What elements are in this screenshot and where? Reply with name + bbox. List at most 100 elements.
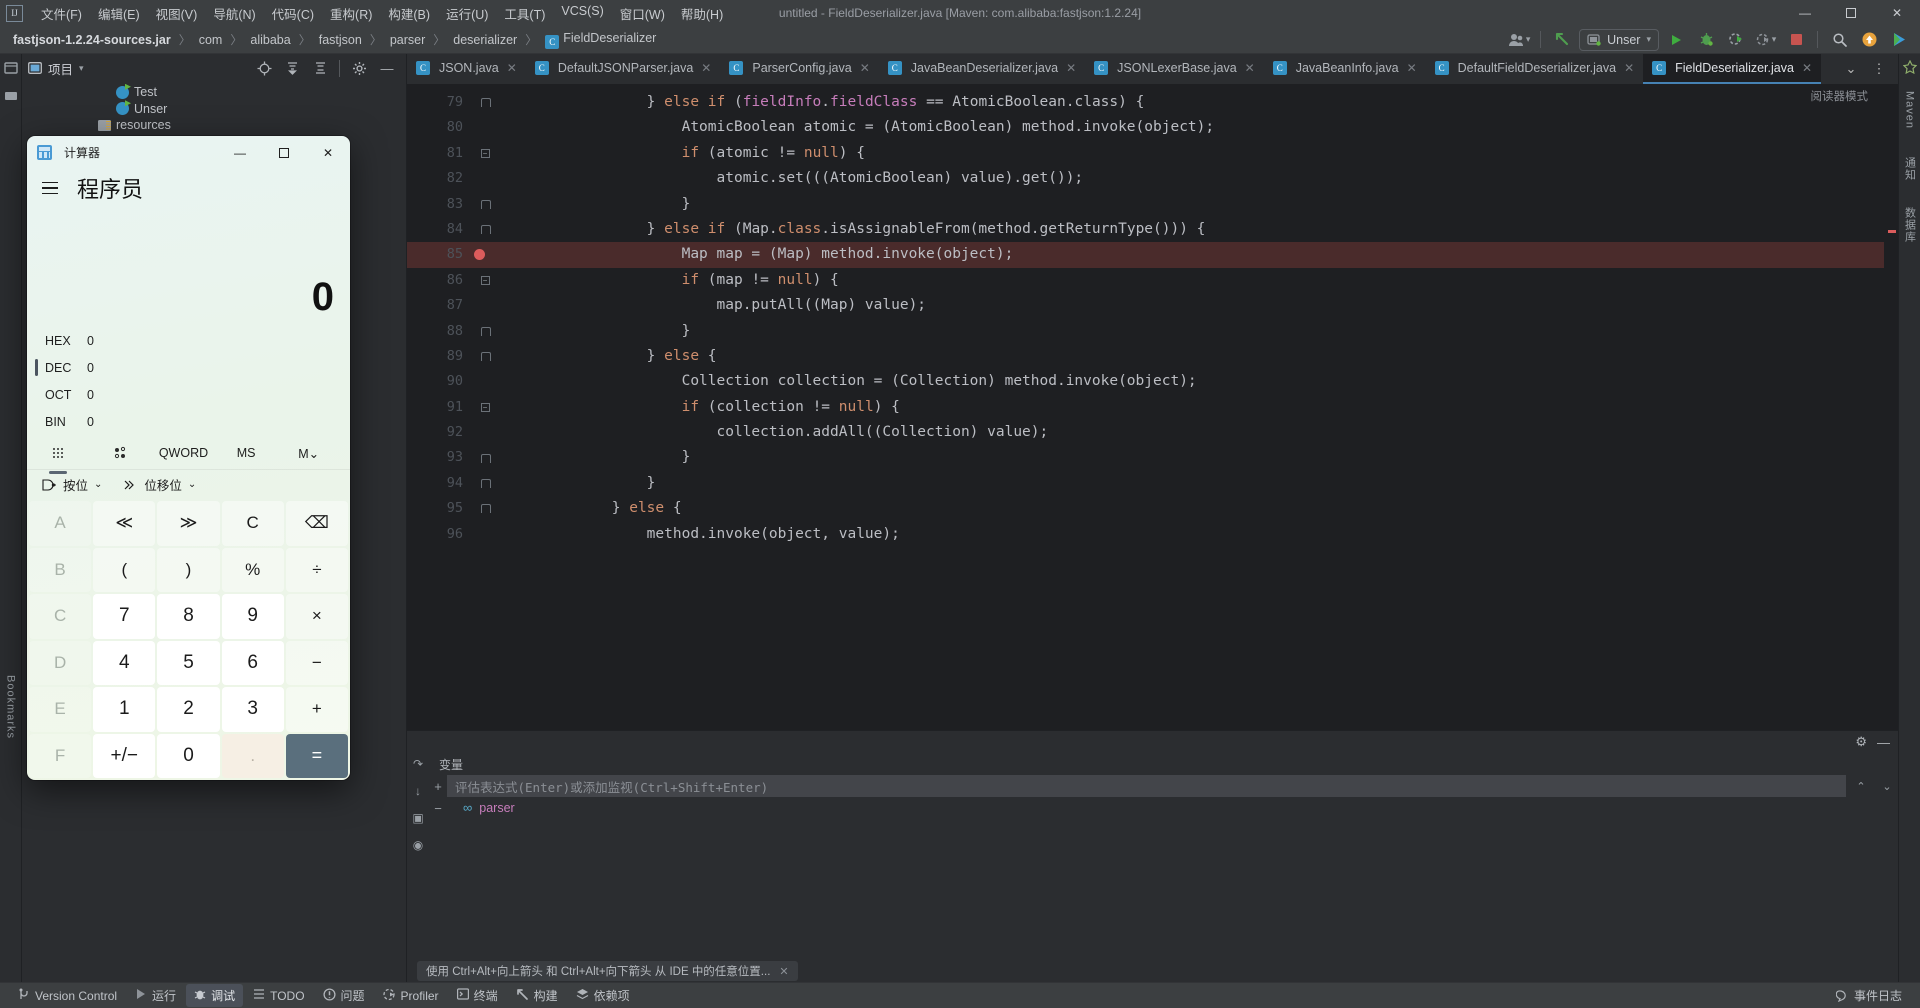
fold-marker[interactable] <box>471 522 499 547</box>
calc-key-minus[interactable]: − <box>285 640 348 685</box>
sidebar-item-project[interactable] <box>3 61 18 78</box>
menu-item-6[interactable]: 构建(B) <box>380 1 438 26</box>
calc-key-equals[interactable]: = <box>285 733 348 778</box>
sidebar-label-bookmarks[interactable]: Bookmarks <box>5 675 17 742</box>
line-number-92[interactable]: 92 <box>407 420 471 445</box>
calc-key-rparen[interactable]: ) <box>157 547 220 592</box>
calc-key-0[interactable]: 0 <box>157 733 220 778</box>
line-number-84[interactable]: 84 <box>407 217 471 242</box>
run-icon[interactable] <box>1663 29 1689 51</box>
line-number-91[interactable]: 91 <box>407 395 471 420</box>
close-tab-icon[interactable]: ✕ <box>1802 61 1812 75</box>
expand-all-icon[interactable] <box>279 57 305 79</box>
menu-item-2[interactable]: 视图(V) <box>148 1 206 26</box>
calc-key-C[interactable]: C <box>221 501 284 546</box>
code-editor[interactable]: 79 80 81 82 83 84 85 86 87 88 89 90 91 92 93 94 95 96 − − −… <box>407 84 1898 730</box>
pull-request-icon[interactable] <box>1886 29 1912 51</box>
calc-key-2[interactable]: 2 <box>157 687 220 732</box>
line-number-gutter[interactable]: 79 80 81 82 83 84 85 86 87 88 89 90 91 92 93 94 95 96 <box>407 84 485 730</box>
code-line-88[interactable]: } <box>499 319 1884 344</box>
tabs-overflow-icon[interactable]: ⌄ <box>1838 58 1864 80</box>
calc-key-7[interactable]: 7 <box>93 594 156 639</box>
calc-m-button[interactable]: M⌄ <box>277 437 340 469</box>
close-tab-icon[interactable]: ✕ <box>1066 61 1076 75</box>
calc-key-times[interactable]: × <box>285 594 348 639</box>
breadcrumb-item-5[interactable]: deserializer <box>450 32 520 48</box>
code-line-92[interactable]: collection.addAll((Collection) value); <box>499 420 1884 445</box>
calc-ms-button[interactable]: MS <box>215 437 278 469</box>
status-bar-调试[interactable]: 调试 <box>186 984 244 1007</box>
event-log-button[interactable]: 事件日志 <box>1828 984 1910 1007</box>
calc-key-dot[interactable]: . <box>221 733 284 778</box>
mute-breakpoints-icon[interactable]: ▣ <box>412 811 423 825</box>
line-number-87[interactable]: 87 <box>407 293 471 318</box>
tree-item-resources[interactable]: resources <box>22 117 406 134</box>
back-arrow-icon[interactable] <box>1549 29 1575 51</box>
step-over-icon[interactable]: ↷ <box>413 757 423 771</box>
code-line-85[interactable]: Map map = (Map) method.invoke(object); <box>499 242 1884 268</box>
close-tab-icon[interactable]: ✕ <box>507 61 517 75</box>
user-icon[interactable]: ▾ <box>1506 29 1532 51</box>
fold-marker[interactable] <box>471 192 499 217</box>
line-number-96[interactable]: 96 <box>407 522 471 547</box>
line-number-95[interactable]: 95 <box>407 496 471 521</box>
editor-tab-JSONLexerBase[interactable]: C JSONLexerBase.java ✕ <box>1085 54 1264 84</box>
close-tab-icon[interactable]: ✕ <box>860 61 870 75</box>
variable-row[interactable]: ∞ parser <box>447 797 1898 818</box>
settings-icon[interactable] <box>346 57 372 79</box>
fold-marker[interactable] <box>471 496 499 521</box>
collapse-all-icon[interactable] <box>307 57 333 79</box>
code-line-81[interactable]: if (atomic != null) { <box>499 141 1884 166</box>
base-row-dec[interactable]: DEC 0 <box>27 354 350 381</box>
line-number-94[interactable]: 94 <box>407 471 471 496</box>
tree-item-Unser[interactable]: Unser <box>22 101 406 118</box>
fold-marker[interactable] <box>471 217 499 242</box>
keypad-icon[interactable] <box>27 437 90 469</box>
settings-icon[interactable]: ⚙ <box>1855 734 1867 750</box>
status-bar-运行[interactable]: 运行 <box>127 984 184 1007</box>
menu-item-5[interactable]: 重构(R) <box>322 1 380 26</box>
watch-expression-input[interactable]: 评估表达式(Enter)或添加监视(Ctrl+Shift+Enter) <box>447 775 1846 797</box>
expand-watch-icon[interactable]: ⌃ <box>1846 780 1876 793</box>
breadcrumb-item-4[interactable]: parser <box>387 32 428 48</box>
base-row-oct[interactable]: OCT 0 <box>27 381 350 408</box>
editor-tab-JSON[interactable]: C JSON.java ✕ <box>407 54 526 84</box>
code-line-93[interactable]: } <box>499 445 1884 470</box>
calc-key-backspace[interactable]: ⌫ <box>285 501 348 546</box>
step-into-icon[interactable]: ↓ <box>415 784 421 798</box>
collapse-watch-icon[interactable]: ⌄ <box>1876 780 1898 793</box>
code-folding-gutter[interactable]: − − − <box>471 84 499 730</box>
calc-key-shiftright[interactable]: ≫ <box>157 501 220 546</box>
menu-item-1[interactable]: 编辑(E) <box>90 1 148 26</box>
source-code[interactable]: } else if (fieldInfo.fieldClass == Atomi… <box>499 84 1884 730</box>
fold-marker[interactable] <box>471 319 499 344</box>
remove-watch-button[interactable]: − <box>429 797 447 816</box>
breadcrumb-item-2[interactable]: alibaba <box>247 32 293 48</box>
status-bar-Version-Control[interactable]: Version Control <box>10 985 125 1007</box>
status-bar-依赖项[interactable]: 依赖项 <box>568 984 638 1007</box>
profiler-icon[interactable]: ▾ <box>1753 29 1779 51</box>
update-icon[interactable] <box>1856 29 1882 51</box>
code-line-94[interactable]: } <box>499 471 1884 496</box>
menu-hamburger-icon[interactable] <box>39 177 61 199</box>
run-configuration-selector[interactable]: Unser ▾ <box>1579 28 1659 51</box>
base-row-hex[interactable]: HEX 0 <box>27 327 350 354</box>
calc-key-4[interactable]: 4 <box>93 640 156 685</box>
search-icon[interactable] <box>1826 29 1852 51</box>
calc-key-divide[interactable]: ÷ <box>285 547 348 592</box>
fold-marker[interactable] <box>471 471 499 496</box>
fold-marker[interactable] <box>471 445 499 470</box>
status-bar-问题[interactable]: 问题 <box>315 984 373 1007</box>
calc-key-8[interactable]: 8 <box>157 594 220 639</box>
variables-list[interactable]: ∞ parser <box>447 797 1898 818</box>
code-line-87[interactable]: map.putAll((Map) value); <box>499 293 1884 318</box>
menu-item-9[interactable]: VCS(S) <box>553 1 611 26</box>
fold-marker[interactable] <box>471 90 499 115</box>
bitwise-dropdown[interactable]: 按位 ⌄ <box>41 475 102 494</box>
line-number-80[interactable]: 80 <box>407 115 471 140</box>
line-number-89[interactable]: 89 <box>407 344 471 369</box>
line-number-79[interactable]: 79 <box>407 90 471 115</box>
tabs-more-icon[interactable]: ⋮ <box>1866 58 1892 80</box>
add-watch-button[interactable]: + <box>429 779 447 794</box>
line-number-85[interactable]: 85 <box>407 242 485 268</box>
